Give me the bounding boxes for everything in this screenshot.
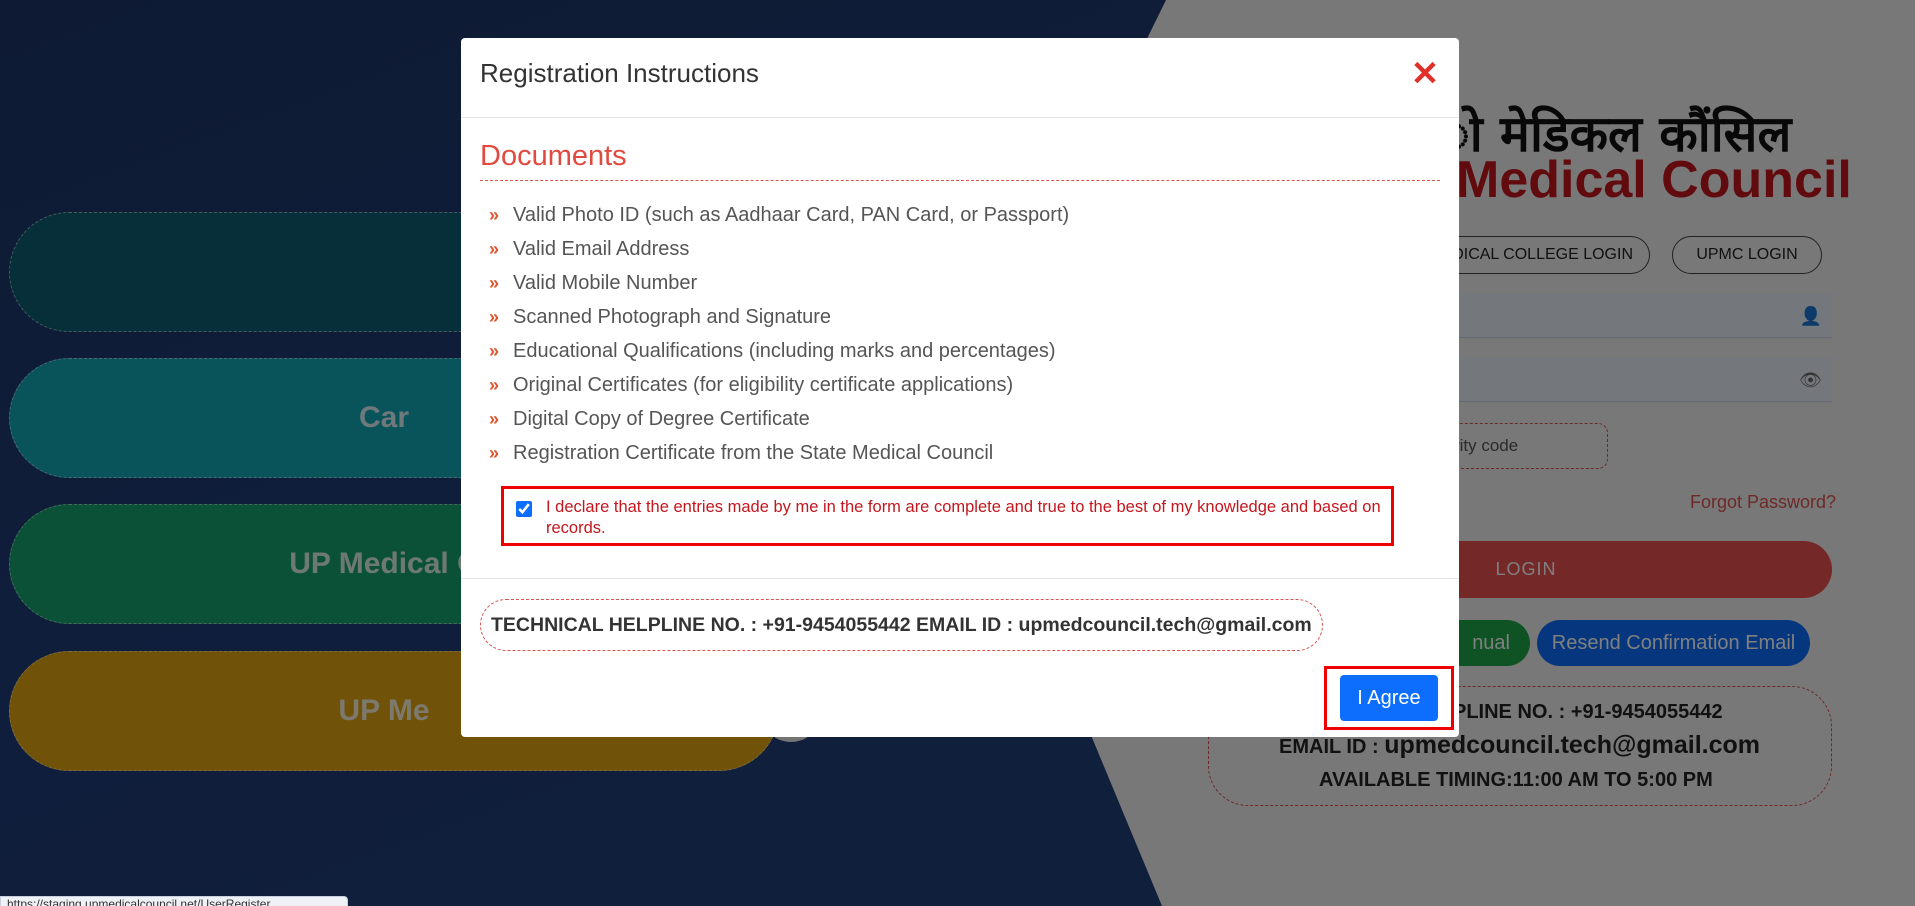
- technical-helpline: TECHNICAL HELPLINE NO. : +91-9454055442 …: [480, 599, 1323, 651]
- documents-heading: Documents: [480, 140, 627, 172]
- documents-list: » Valid Photo ID (such as Aadhaar Card, P…: [489, 198, 1069, 470]
- modal-title: Registration Instructions: [480, 58, 759, 88]
- list-item: » Valid Email Address: [489, 232, 1069, 266]
- list-item: » Digital Copy of Degree Certificate: [489, 402, 1069, 436]
- document-item-text: Digital Copy of Degree Certificate: [513, 407, 810, 430]
- modal-header: Registration Instructions ✕: [461, 38, 1459, 118]
- declaration-text[interactable]: I declare that the entries made by me in…: [546, 497, 1381, 539]
- document-item-text: Valid Photo ID (such as Aadhaar Card, PA…: [513, 203, 1070, 226]
- double-chevron-right-icon: »: [489, 340, 500, 361]
- list-item: » Registration Certificate from the State…: [489, 436, 1069, 470]
- double-chevron-right-icon: »: [489, 442, 500, 463]
- document-item-text: Educational Qualifications (including ma…: [513, 339, 1056, 362]
- document-item-text: Registration Certificate from the State …: [513, 441, 994, 464]
- list-item: » Valid Photo ID (such as Aadhaar Card, P…: [489, 198, 1069, 232]
- i-agree-button[interactable]: I Agree: [1340, 675, 1438, 721]
- double-chevron-right-icon: »: [489, 306, 500, 327]
- list-item: » Valid Mobile Number: [489, 266, 1069, 300]
- documents-divider: [480, 180, 1440, 181]
- document-item-text: Valid Mobile Number: [513, 271, 698, 294]
- modal-footer-divider: [461, 578, 1459, 579]
- list-item: » Educational Qualifications (including m…: [489, 334, 1069, 368]
- status-bar-url: https://staging.upmedicalcouncil.net/Use…: [0, 896, 348, 906]
- close-icon[interactable]: ✕: [1407, 56, 1443, 92]
- list-item: » Scanned Photograph and Signature: [489, 300, 1069, 334]
- document-item-text: Original Certificates (for eligibility c…: [513, 373, 1014, 396]
- double-chevron-right-icon: »: [489, 204, 500, 225]
- double-chevron-right-icon: »: [489, 374, 500, 395]
- declaration-checkbox[interactable]: [516, 501, 532, 517]
- declaration-box: I declare that the entries made by me in…: [501, 486, 1394, 546]
- registration-instructions-modal: Registration Instructions ✕ Documents » V…: [461, 38, 1459, 737]
- double-chevron-right-icon: »: [489, 238, 500, 259]
- double-chevron-right-icon: »: [489, 272, 500, 293]
- list-item: » Original Certificates (for eligibility …: [489, 368, 1069, 402]
- document-item-text: Scanned Photograph and Signature: [513, 305, 832, 328]
- agree-highlight: I Agree: [1324, 666, 1454, 730]
- double-chevron-right-icon: »: [489, 408, 500, 429]
- document-item-text: Valid Email Address: [513, 237, 690, 260]
